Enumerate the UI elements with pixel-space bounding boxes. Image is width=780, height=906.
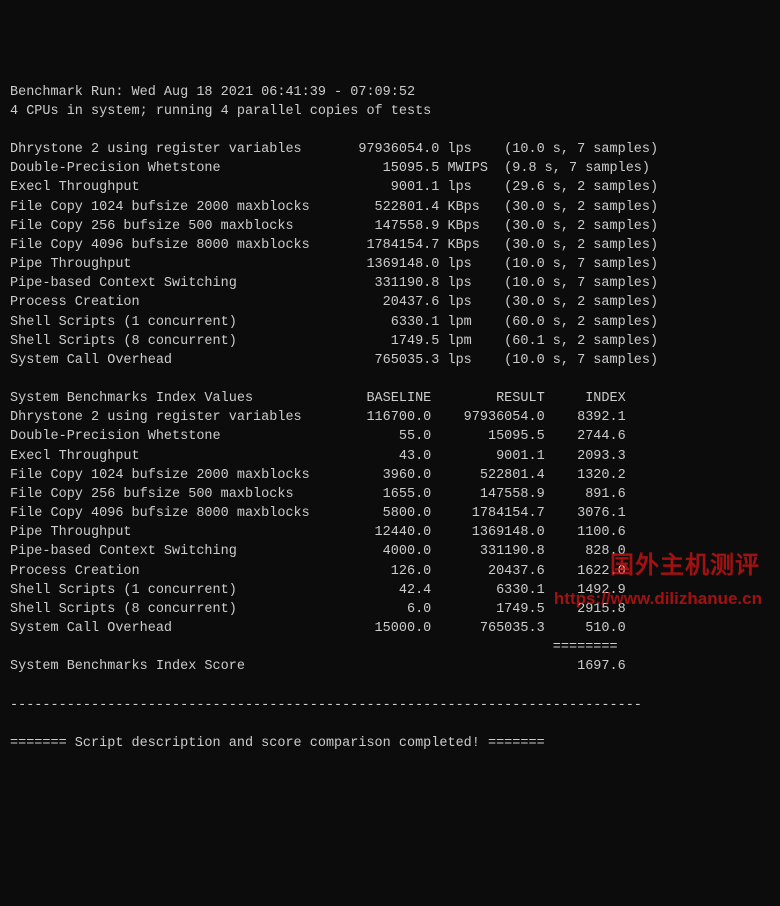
terminal-output: Benchmark Run: Wed Aug 18 2021 06:41:39 … xyxy=(10,83,770,753)
